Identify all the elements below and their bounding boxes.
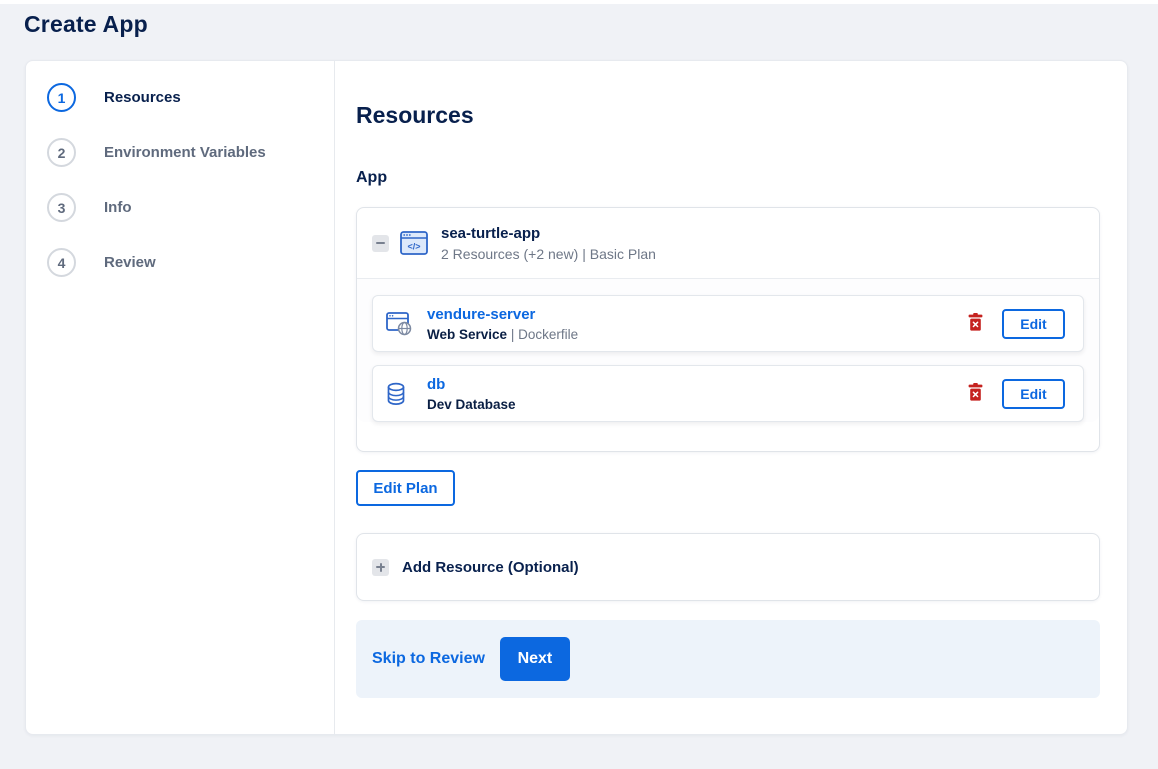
step-label: Environment Variables	[104, 144, 266, 161]
wizard-footer: Skip to Review Next	[356, 620, 1100, 698]
app-group-summary: 2 Resources (+2 new) | Basic Plan	[441, 245, 656, 262]
web-service-icon	[386, 311, 412, 336]
resource-text: vendure-server Web Service | Dockerfile	[427, 306, 578, 342]
resource-meta: Web Service | Dockerfile	[427, 327, 578, 342]
app-group-name: sea-turtle-app	[441, 224, 541, 242]
app-group-body: vendure-server Web Service | Dockerfile	[357, 279, 1099, 422]
app-code-icon: </>	[400, 231, 428, 255]
resource-name-link[interactable]: db	[427, 376, 516, 393]
content-heading: Resources	[356, 102, 474, 128]
resource-name-link[interactable]: vendure-server	[427, 306, 578, 323]
step-label: Resources	[104, 89, 181, 106]
page-header: Create App	[0, 4, 1158, 46]
delete-resource-button[interactable]	[966, 381, 985, 406]
resource-separator: |	[510, 326, 515, 342]
step-number-badge: 2	[47, 138, 76, 167]
app-group-header: </> sea-turtle-app 2 Resources (+2 new) …	[357, 208, 1099, 279]
trash-icon	[968, 383, 983, 404]
trash-icon	[968, 313, 983, 334]
resource-type: Web Service	[427, 326, 508, 342]
step-resources[interactable]: 1 Resources	[26, 83, 334, 112]
collapse-button[interactable]	[372, 234, 389, 252]
app-section-label: App	[356, 169, 388, 186]
step-info[interactable]: 3 Info	[26, 193, 334, 222]
resource-detail: Dockerfile	[518, 326, 579, 342]
step-environment-variables[interactable]: 2 Environment Variables	[26, 138, 334, 167]
step-number-badge: 1	[47, 83, 76, 112]
step-number-badge: 3	[47, 193, 76, 222]
next-button[interactable]: Next	[499, 637, 570, 681]
resource-text: db Dev Database	[427, 376, 516, 412]
add-resource-card[interactable]: Add Resource (Optional)	[356, 533, 1100, 601]
resource-row-db: db Dev Database Edit	[372, 365, 1084, 422]
edit-plan-button[interactable]: Edit Plan	[356, 470, 455, 506]
page-title: Create App	[24, 11, 148, 37]
step-label: Review	[104, 254, 156, 271]
edit-resource-button[interactable]: Edit	[1002, 378, 1065, 409]
step-number-badge: 4	[47, 248, 76, 277]
resource-meta: Dev Database	[427, 397, 516, 412]
svg-text:</>: </>	[407, 242, 420, 252]
edit-resource-button[interactable]: Edit	[1002, 308, 1065, 339]
skip-to-review-link[interactable]: Skip to Review	[372, 650, 485, 668]
minus-icon	[376, 242, 385, 244]
app-group-text: sea-turtle-app 2 Resources (+2 new) | Ba…	[441, 225, 656, 262]
delete-resource-button[interactable]	[966, 311, 985, 336]
resource-row-vendure-server: vendure-server Web Service | Dockerfile	[372, 295, 1084, 352]
add-resource-label: Add Resource (Optional)	[402, 558, 579, 576]
resource-type: Dev Database	[427, 396, 516, 412]
step-content: Resources App </> sea-turtle-app 2 Resou…	[335, 61, 1127, 734]
step-label: Info	[104, 199, 132, 216]
step-review[interactable]: 4 Review	[26, 248, 334, 277]
wizard-stepper: 1 Resources 2 Environment Variables 3 In…	[26, 61, 335, 734]
add-resource-expand-button[interactable]	[372, 558, 389, 576]
database-icon	[386, 382, 412, 406]
app-group-card: </> sea-turtle-app 2 Resources (+2 new) …	[356, 207, 1100, 452]
create-app-card: 1 Resources 2 Environment Variables 3 In…	[25, 60, 1128, 735]
